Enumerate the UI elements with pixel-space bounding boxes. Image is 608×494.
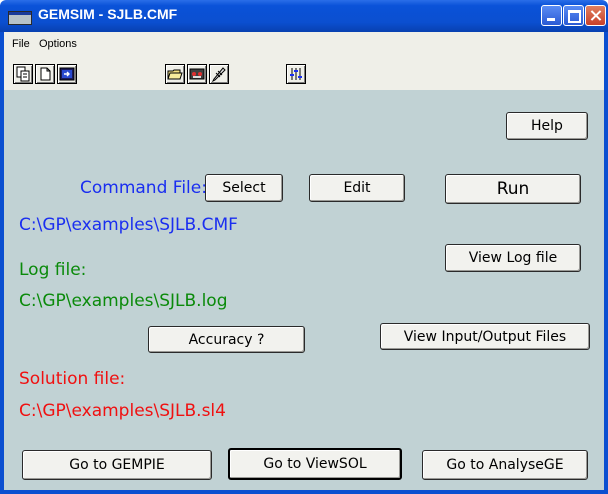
select-button[interactable]: Select [205,174,283,202]
view-input-output-button-label: View Input/Output Files [403,328,567,345]
menu-options[interactable]: Options [39,38,77,50]
select-button-label: Select [222,180,266,196]
new-file-icon [40,67,51,81]
command-file-path: C:\GP\examples\SJLB.CMF [19,215,238,235]
menu-file[interactable]: File [12,38,30,50]
view-log-button[interactable]: View Log file [445,244,581,272]
solution-file-path: C:\GP\examples\SJLB.sl4 [19,401,226,421]
view-log-button-label: View Log file [468,250,558,266]
edit-pencil-icon [211,67,226,83]
open-folder-icon [167,69,183,80]
toolbar [4,58,604,90]
minimize-button[interactable] [541,5,562,26]
command-file-label: Command File: [80,178,207,198]
help-button[interactable]: Help [506,112,588,140]
settings-button[interactable] [286,64,306,84]
go-to-gempie-label: Go to GEMPIE [69,457,165,473]
log-file-label: Log file: [19,260,87,280]
run-button[interactable]: Run [445,174,581,204]
open-file-button[interactable] [165,64,185,84]
exit-button[interactable] [57,64,77,84]
go-to-gempie-button[interactable]: Go to GEMPIE [22,450,212,480]
go-to-viewsol-label: Go to ViewSOL [263,456,367,472]
copy-icon [16,66,30,82]
accuracy-button-label: Accuracy ? [188,331,265,348]
tape-icon [189,68,205,80]
view-input-output-button[interactable]: View Input/Output Files [380,323,590,350]
go-to-viewsol-button[interactable]: Go to ViewSOL [228,448,402,480]
accuracy-button[interactable]: Accuracy ? [148,326,305,353]
save-button[interactable] [187,64,207,84]
solution-file-label: Solution file: [19,369,126,389]
edit-button-label: Edit [343,180,371,196]
log-file-path: C:\GP\examples\SJLB.log [19,291,228,311]
app-icon [8,11,32,25]
window-frame-right [604,32,608,494]
run-button-label: Run [496,179,530,199]
maximize-button[interactable] [563,5,584,26]
edit-button[interactable]: Edit [309,174,405,202]
menu-bar: File Options [4,32,604,58]
gemsim-window: GEMSIM - SJLB.CMF File Options Help Comm… [0,0,608,494]
edit-tool-button[interactable] [209,64,229,84]
help-button-label: Help [531,118,563,134]
settings-sliders-icon [290,68,302,80]
close-button[interactable] [585,5,606,26]
exit-icon [59,67,75,81]
new-file-button[interactable] [35,64,55,84]
window-frame-bottom [0,490,608,494]
go-to-analysege-button[interactable]: Go to AnalyseGE [422,450,588,480]
window-title: GEMSIM - SJLB.CMF [38,6,178,22]
main-panel: Help Command File: Select Edit Run C:\GP… [4,90,604,490]
title-bar[interactable]: GEMSIM - SJLB.CMF [0,0,608,32]
go-to-analysege-label: Go to AnalyseGE [446,457,564,473]
copy-button[interactable] [13,64,33,84]
